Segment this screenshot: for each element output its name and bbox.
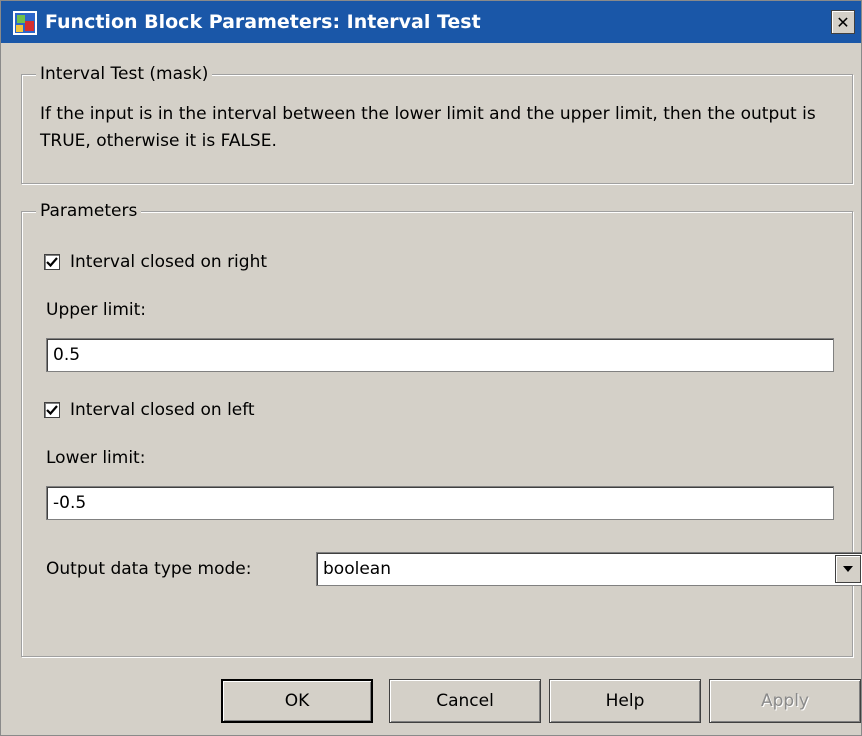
closed-left-checkbox[interactable] (44, 402, 60, 418)
checkmark-icon (46, 257, 58, 268)
closed-right-label: Interval closed on right (70, 252, 268, 272)
closed-left-checkbox-row[interactable]: Interval closed on left (44, 398, 255, 422)
close-button[interactable]: ✕ (831, 10, 855, 34)
simulink-block-icon (13, 11, 37, 35)
output-mode-select[interactable]: boolean (316, 552, 862, 586)
parameters-group: Parameters Interval closed on right Uppe… (21, 200, 862, 657)
closed-right-checkbox[interactable] (44, 254, 60, 270)
output-mode-label: Output data type mode: (46, 559, 252, 579)
dialog-window: Function Block Parameters: Interval Test… (0, 0, 862, 736)
closed-left-label: Interval closed on left (70, 400, 255, 420)
parameters-group-legend: Parameters (36, 200, 142, 222)
title-bar[interactable]: Function Block Parameters: Interval Test… (1, 1, 861, 43)
close-icon: ✕ (836, 12, 850, 32)
mask-group-legend: Interval Test (mask) (36, 63, 213, 85)
mask-description: If the input is in the interval between … (40, 104, 816, 151)
checkmark-icon (46, 405, 58, 416)
window-title: Function Block Parameters: Interval Test (45, 11, 481, 33)
cancel-button[interactable]: Cancel (389, 679, 541, 723)
lower-limit-label: Lower limit: (46, 448, 146, 468)
closed-right-checkbox-row[interactable]: Interval closed on right (44, 250, 267, 274)
help-button[interactable]: Help (549, 679, 701, 723)
output-mode-value: boolean (323, 559, 391, 579)
upper-limit-label: Upper limit: (46, 300, 146, 320)
upper-limit-field[interactable]: 0.5 (46, 338, 834, 372)
chevron-down-icon (843, 566, 853, 572)
output-mode-row: Output data type mode: boolean (46, 552, 862, 586)
lower-limit-field[interactable]: -0.5 (46, 486, 834, 520)
dropdown-arrow-button[interactable] (835, 555, 861, 583)
ok-button[interactable]: OK (221, 679, 373, 723)
apply-button[interactable]: Apply (709, 679, 861, 723)
mask-group: Interval Test (mask) If the input is in … (21, 63, 853, 184)
